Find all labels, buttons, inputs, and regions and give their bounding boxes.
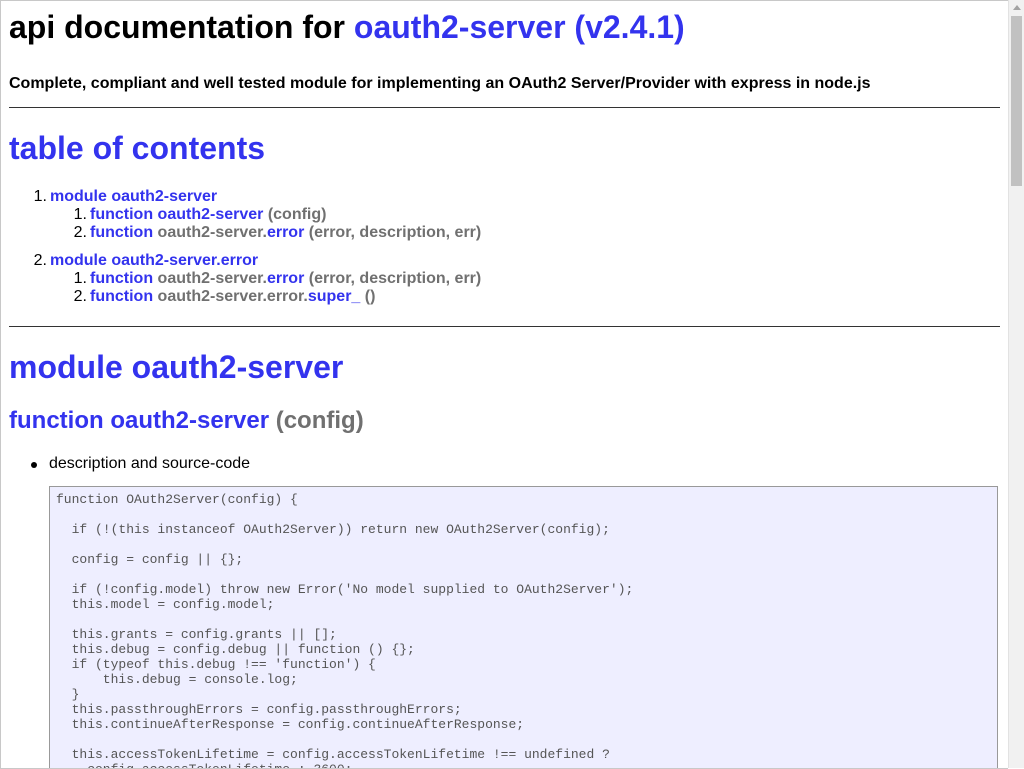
toc-function-link[interactable]: function oauth2-server (config) xyxy=(90,206,326,224)
vertical-scrollbar[interactable] xyxy=(1008,0,1024,768)
divider xyxy=(9,326,1000,327)
toc-function-part: error xyxy=(266,270,305,287)
module-heading: module oauth2-server xyxy=(9,349,344,385)
toc-function-part: (config) xyxy=(263,206,327,223)
toc-number: 2. xyxy=(73,288,87,305)
function-keyword: function xyxy=(9,407,104,434)
toc-function-part: oauth2-server xyxy=(157,206,264,223)
toc-function-link[interactable]: function oauth2-server.error (error, des… xyxy=(90,270,481,288)
function-keyword: function xyxy=(90,270,158,287)
function-keyword: function xyxy=(90,288,158,305)
package-link[interactable]: oauth2-server (v2.4.1) xyxy=(354,9,685,45)
toc-number: 1. xyxy=(33,188,47,205)
toc-function-part: oauth2-server. xyxy=(157,224,267,241)
toc-module-link[interactable]: module oauth2-server xyxy=(50,188,217,206)
browser-viewport: api documentation for oauth2-server (v2.… xyxy=(0,0,1008,769)
toc-function-part: oauth2-server.error. xyxy=(157,288,308,305)
page-title: api documentation for oauth2-server (v2.… xyxy=(9,9,1000,46)
toc-function-part: (error, description, err) xyxy=(304,270,482,287)
toc-function-part: oauth2-server. xyxy=(157,270,267,287)
toc-module-link[interactable]: module oauth2-server.error xyxy=(50,252,258,270)
function-keyword: function xyxy=(90,224,158,241)
description-label: description and source-code xyxy=(49,455,251,472)
toc-number: 2. xyxy=(73,224,87,241)
source-code: function OAuth2Server(config) { if (!(th… xyxy=(56,492,634,768)
toc-function-link[interactable]: function oauth2-server.error (error, des… xyxy=(90,224,481,242)
toc-function-link[interactable]: function oauth2-server.error.super_ () xyxy=(90,288,375,306)
scroll-thumb[interactable] xyxy=(1011,16,1022,186)
toc-number: 1. xyxy=(73,206,87,223)
toc-function-part: error xyxy=(266,224,305,241)
toc-number: 2. xyxy=(33,252,47,269)
documentation-page: api documentation for oauth2-server (v2.… xyxy=(9,1,1000,768)
function-args: (config) xyxy=(275,407,364,434)
package-description: Complete, compliant and well tested modu… xyxy=(9,75,871,92)
scroll-up-icon[interactable] xyxy=(1013,5,1021,10)
toc-function-part: (error, description, err) xyxy=(304,224,482,241)
source-code-block: function OAuth2Server(config) { if (!(th… xyxy=(49,486,998,768)
toc-function-part: super_ xyxy=(307,288,361,305)
toc-heading: table of contents xyxy=(9,130,266,166)
function-keyword: function xyxy=(90,206,158,223)
function-name: oauth2-server xyxy=(110,407,270,434)
function-heading: function oauth2-server (config) xyxy=(9,407,364,435)
toc-number: 1. xyxy=(73,270,87,287)
divider xyxy=(9,107,1000,108)
toc-function-part: () xyxy=(360,288,376,305)
title-prefix: api documentation for xyxy=(9,9,345,45)
bullet-icon xyxy=(31,462,37,468)
